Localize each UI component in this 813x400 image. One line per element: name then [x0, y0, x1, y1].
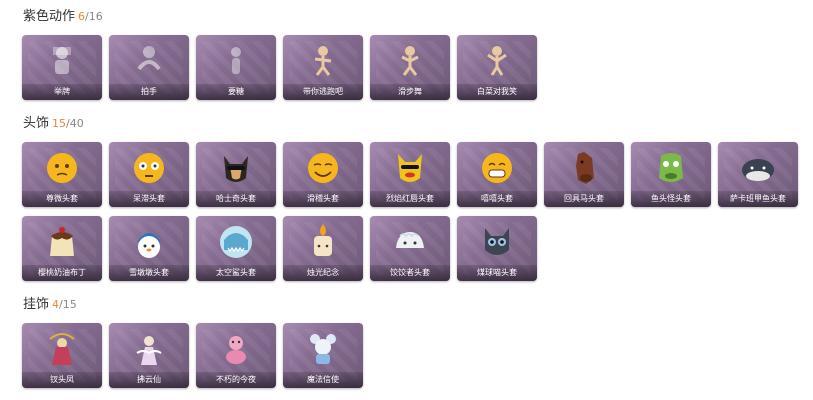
item-name: 举牌 [54, 87, 70, 96]
slide-dance-pose-icon [401, 46, 419, 76]
item-card[interactable]: 太空鲨头套 [196, 216, 276, 281]
item-card[interactable]: 滑稽头套 [283, 142, 363, 207]
item-name: 魔法信使 [307, 375, 339, 384]
item-name: 带你逃跑吧 [303, 87, 343, 96]
total-count: /40 [66, 117, 84, 130]
item-card[interactable]: 鱼头怪头套 [631, 142, 711, 207]
space-shark-head-icon [220, 226, 252, 258]
run-away-pose-icon [314, 46, 332, 76]
item-name: 萨卡班甲鱼头套 [730, 194, 786, 203]
husky-head-icon [224, 156, 248, 182]
item-card[interactable]: 滑步舞 [370, 35, 450, 100]
candle-head-icon [314, 224, 332, 256]
section-title: 紫色动作 6/16 [23, 9, 103, 25]
coal-cat-head-icon [485, 228, 509, 255]
item-name: 煤球喵头套 [477, 268, 517, 277]
item-name: 滑稽头套 [307, 194, 339, 203]
item-card[interactable]: 烛光纪念 [283, 216, 363, 281]
item-name: 烈焰红唇头套 [386, 194, 434, 203]
horse-head-icon [576, 152, 594, 184]
dazed-emoji-head-icon [134, 153, 164, 183]
clap-pose-icon [137, 46, 161, 71]
sacabambaspis-head-icon [742, 159, 774, 181]
item-card[interactable]: 樱桃奶油布丁 [22, 216, 102, 281]
item-card[interactable]: 白菜对我笑 [457, 35, 537, 100]
item-name: 烛光纪念 [307, 268, 339, 277]
item-name: 钗头凤 [50, 375, 74, 384]
item-name: 呆滞头套 [133, 194, 165, 203]
item-name: 鱼头怪头套 [651, 194, 691, 203]
item-card[interactable]: 不朽的今夜 [196, 323, 276, 388]
dumpling-head-icon [396, 232, 424, 248]
item-card[interactable]: 要糖 [196, 35, 276, 100]
snow-head-icon [137, 233, 161, 258]
fish-monster-head-icon [659, 153, 683, 182]
owned-count: 6 [78, 10, 86, 23]
section-title-text: 头饰 [23, 116, 50, 131]
cabbage-laugh-pose-icon [487, 46, 507, 76]
total-count: /15 [59, 298, 77, 311]
item-card[interactable]: 雪墩墩头套 [109, 216, 189, 281]
item-card[interactable]: 拂云仙 [109, 323, 189, 388]
item-name: 雪墩墩头套 [129, 268, 169, 277]
owned-count: 15 [52, 117, 67, 130]
sign-pose-icon [53, 47, 71, 74]
item-card[interactable]: 拍手 [109, 35, 189, 100]
item-card[interactable]: 饺饺者头套 [370, 216, 450, 281]
ask-candy-pose-icon [231, 47, 241, 74]
item-card[interactable]: 萨卡班甲鱼头套 [718, 142, 798, 207]
phoenix-charm-icon [49, 333, 75, 365]
item-card[interactable]: 举牌 [22, 35, 102, 100]
item-name: 不朽的今夜 [216, 375, 256, 384]
item-name: 回具马头套 [564, 194, 604, 203]
item-name: 要糖 [228, 87, 244, 96]
eternal-tonight-charm-icon [226, 336, 246, 364]
item-card[interactable]: 带你逃跑吧 [283, 35, 363, 100]
grin-emoji-head-icon [482, 153, 512, 183]
item-card[interactable]: 尊微头套 [22, 142, 102, 207]
item-name: 拍手 [141, 87, 157, 96]
item-name: 嘻嘻头套 [481, 194, 513, 203]
funny-emoji-head-icon [308, 153, 338, 183]
owned-count: 4 [52, 298, 60, 311]
item-card[interactable]: 煤球喵头套 [457, 216, 537, 281]
shy-emoji-head-icon [47, 153, 77, 183]
item-name: 白菜对我笑 [477, 87, 517, 96]
item-card[interactable]: 嘻嘻头套 [457, 142, 537, 207]
item-card[interactable]: 呆滞头套 [109, 142, 189, 207]
item-card[interactable]: 钗头凤 [22, 323, 102, 388]
section-title: 挂饰 4/15 [23, 297, 77, 313]
item-card[interactable]: 烈焰红唇头套 [370, 142, 450, 207]
item-name: 滑步舞 [398, 87, 422, 96]
item-card[interactable]: 魔法信使 [283, 323, 363, 388]
item-name: 饺饺者头套 [390, 268, 430, 277]
item-card[interactable]: 哈士奇头套 [196, 142, 276, 207]
section-title: 头饰 15/40 [23, 116, 84, 132]
item-name: 太空鲨头套 [216, 268, 256, 277]
item-name: 樱桃奶油布丁 [38, 268, 86, 277]
item-name: 哈士奇头套 [216, 194, 256, 203]
red-lips-head-icon [398, 154, 422, 182]
item-name: 拂云仙 [137, 375, 161, 384]
cloud-fairy-charm-icon [136, 336, 162, 365]
cherry-pudding-head-icon [50, 227, 74, 256]
item-name: 尊微头套 [46, 194, 78, 203]
section-title-text: 挂饰 [23, 297, 50, 312]
magic-messenger-charm-icon [310, 334, 336, 364]
section-title-text: 紫色动作 [23, 9, 76, 24]
item-card[interactable]: 回具马头套 [544, 142, 624, 207]
total-count: /16 [85, 10, 103, 23]
